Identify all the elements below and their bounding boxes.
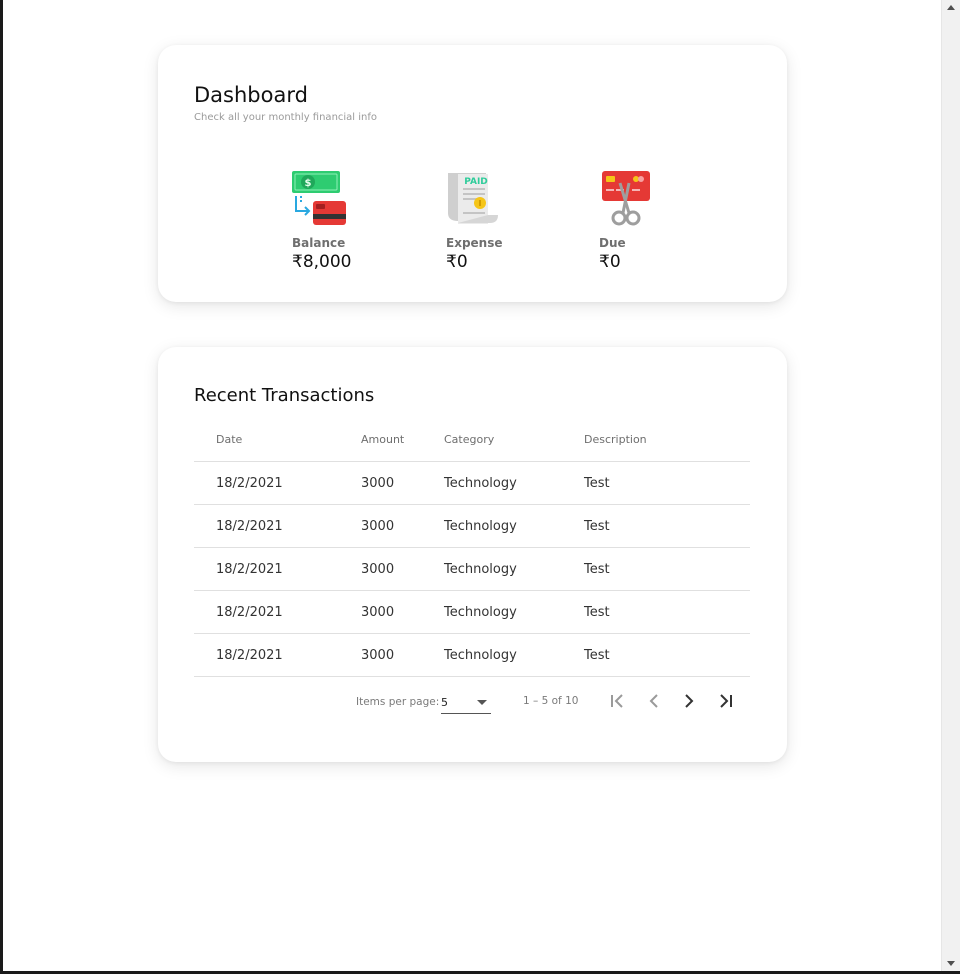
page-size-select[interactable]: 5 xyxy=(441,692,491,714)
cell-amount: 3000 xyxy=(361,590,444,634)
scroll-up-icon[interactable] xyxy=(947,5,955,10)
cell-amount: 3000 xyxy=(361,461,444,505)
dashboard-title: Dashboard xyxy=(194,83,308,107)
cell-category: Technology xyxy=(444,547,584,591)
cell-date: 18/2/2021 xyxy=(194,590,361,634)
vertical-scrollbar[interactable] xyxy=(941,0,960,971)
cell-description: Test xyxy=(584,633,750,677)
column-header-description[interactable]: Description xyxy=(584,417,750,462)
due-label: Due xyxy=(599,236,626,250)
cell-category: Technology xyxy=(444,504,584,548)
recent-transactions-card: Recent Transactions Date Amount Category… xyxy=(158,347,787,762)
cell-description: Test xyxy=(584,461,750,505)
cell-category: Technology xyxy=(444,633,584,677)
column-header-amount[interactable]: Amount xyxy=(361,417,444,462)
expense-label: Expense xyxy=(446,236,503,250)
cell-amount: 3000 xyxy=(361,547,444,591)
cell-amount: 3000 xyxy=(361,504,444,548)
previous-page-icon[interactable] xyxy=(642,689,666,713)
column-header-category[interactable]: Category xyxy=(444,417,584,462)
table-row[interactable]: 18/2/2021 3000 Technology Test xyxy=(194,633,750,677)
svg-text:PAID: PAID xyxy=(464,177,488,187)
scroll-down-icon[interactable] xyxy=(947,961,955,966)
dropdown-arrow-icon xyxy=(477,700,487,705)
dashboard-card: Dashboard Check all your monthly financi… xyxy=(158,45,787,302)
transactions-table: Date Amount Category Description 18/2/20… xyxy=(194,417,750,677)
money-transfer-icon: $ xyxy=(292,171,346,225)
next-page-icon[interactable] xyxy=(677,689,701,713)
expense-stat: PAID Expense ₹0 xyxy=(446,171,536,272)
cell-category: Technology xyxy=(444,590,584,634)
first-page-icon[interactable] xyxy=(606,689,630,713)
table-row[interactable]: 18/2/2021 3000 Technology Test xyxy=(194,547,750,591)
balance-stat: $ Balance ₹8,000 xyxy=(292,171,382,272)
table-row[interactable]: 18/2/2021 3000 Technology Test xyxy=(194,504,750,548)
svg-text:$: $ xyxy=(305,178,312,189)
cell-description: Test xyxy=(584,590,750,634)
table-header-row: Date Amount Category Description xyxy=(194,417,750,462)
window-border-left xyxy=(0,0,3,974)
cell-date: 18/2/2021 xyxy=(194,504,361,548)
due-stat: Due ₹0 xyxy=(599,171,689,272)
cell-date: 18/2/2021 xyxy=(194,633,361,677)
expense-value: ₹0 xyxy=(446,252,468,272)
cell-amount: 3000 xyxy=(361,633,444,677)
due-value: ₹0 xyxy=(599,252,621,272)
page-range-label: 1 – 5 of 10 xyxy=(523,695,579,707)
items-per-page-label: Items per page: xyxy=(356,696,440,708)
table-row[interactable]: 18/2/2021 3000 Technology Test xyxy=(194,590,750,634)
column-header-date[interactable]: Date xyxy=(194,417,361,462)
balance-label: Balance xyxy=(292,236,346,250)
cell-category: Technology xyxy=(444,461,584,505)
card-scissors-icon xyxy=(602,171,650,226)
cell-description: Test xyxy=(584,547,750,591)
transactions-title: Recent Transactions xyxy=(194,385,375,406)
last-page-icon[interactable] xyxy=(713,689,737,713)
cell-date: 18/2/2021 xyxy=(194,547,361,591)
paid-receipt-icon: PAID xyxy=(448,173,498,224)
table-row[interactable]: 18/2/2021 3000 Technology Test xyxy=(194,461,750,505)
paginator: Items per page: 5 1 – 5 of 10 xyxy=(158,682,787,722)
balance-value: ₹8,000 xyxy=(292,252,352,272)
page-size-value: 5 xyxy=(441,696,448,709)
cell-date: 18/2/2021 xyxy=(194,461,361,505)
dashboard-subtitle: Check all your monthly financial info xyxy=(194,112,378,123)
cell-description: Test xyxy=(584,504,750,548)
